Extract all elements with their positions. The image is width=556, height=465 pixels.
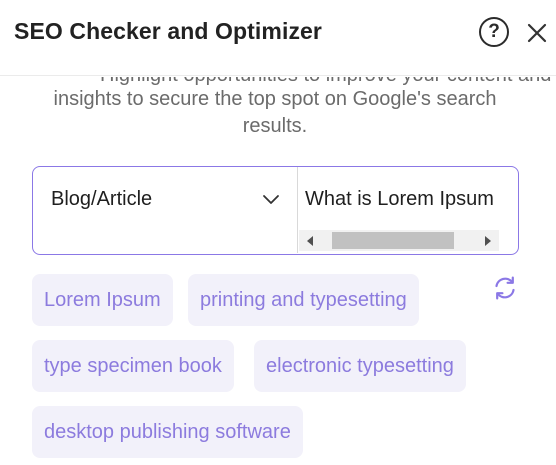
help-icon[interactable]: ? [479, 17, 509, 47]
seo-checker-panel: SEO Checker and Optimizer ? Highlight op… [0, 0, 556, 465]
intro-clipped-line: Highlight opportunities to improve your … [0, 77, 556, 85]
refresh-icon[interactable] [492, 275, 518, 301]
input-divider [297, 167, 298, 253]
close-icon[interactable] [524, 20, 550, 46]
panel-title: SEO Checker and Optimizer [14, 18, 322, 44]
keyword-chip-printing-and-typesetting[interactable]: printing and typesetting [188, 274, 419, 326]
keyword-field-value: What is Lorem Ipsum [305, 188, 494, 210]
intro-description: insights to secure the top spot on Googl… [53, 88, 497, 137]
keyword-chip-lorem-ipsum[interactable]: Lorem Ipsum [32, 274, 173, 326]
scroll-left-arrow-icon[interactable] [307, 236, 313, 246]
scrollbar-thumb[interactable] [332, 232, 454, 249]
keyword-field[interactable]: What is Lorem Ipsum [299, 167, 517, 229]
keyword-field-scrollbar[interactable] [299, 230, 499, 251]
keyword-chip-desktop-publishing-software[interactable]: desktop publishing software [32, 406, 303, 458]
content-type-value: Blog/Article [51, 188, 153, 210]
content-type-select[interactable]: Blog/Article [33, 167, 297, 253]
scroll-right-arrow-icon[interactable] [485, 236, 491, 246]
keyword-input-box: Blog/Article What is Lorem Ipsum [32, 166, 519, 255]
keyword-chip-electronic-typesetting[interactable]: electronic typesetting [254, 340, 466, 392]
keyword-chip-type-specimen-book[interactable]: type specimen book [32, 340, 234, 392]
intro-clipped-text: Highlight opportunities to improve your … [100, 77, 556, 85]
panel-header: SEO Checker and Optimizer ? [0, 0, 556, 76]
chevron-down-icon [263, 195, 279, 204]
